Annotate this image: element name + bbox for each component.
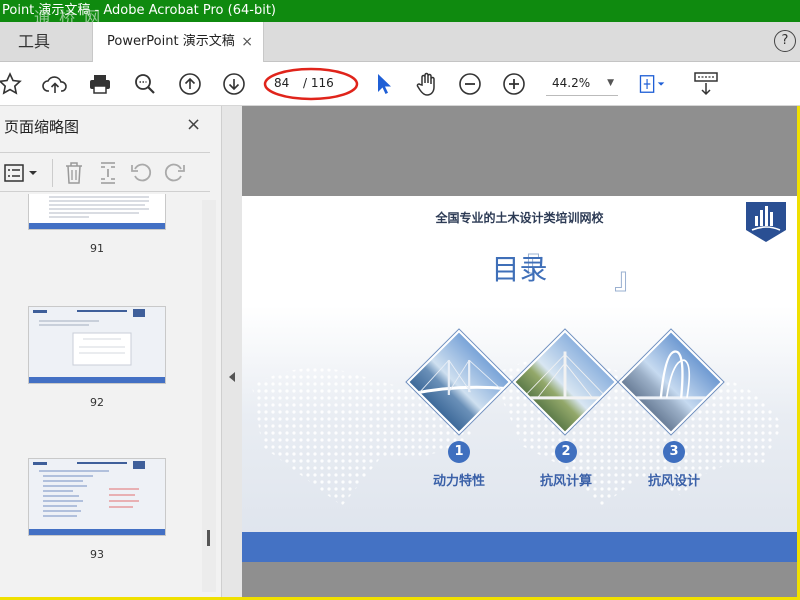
bookmark-star-icon[interactable] [0, 70, 24, 98]
hand-tool-icon[interactable] [413, 70, 441, 98]
previous-page-icon[interactable] [176, 70, 204, 98]
highlight-ellipse [263, 67, 359, 101]
scrollbar-thumb[interactable] [207, 530, 210, 546]
tab-tools[interactable]: 工具 [0, 22, 72, 62]
fit-page-icon[interactable] [638, 70, 666, 98]
chevron-down-icon: ▼ [607, 78, 614, 88]
thumbnail-toolbar [0, 152, 210, 192]
school-name: 全国专业的土木设计类培训网校 [435, 211, 604, 225]
thumbnail-page-number: 91 [90, 242, 104, 255]
topic-image-bridge [406, 329, 512, 435]
thumbnail-bar [29, 377, 165, 383]
topic-image-bridge [512, 329, 618, 435]
slide-page: 全国专业的土木设计类培训网校 『 目录 』 1 2 3 动力特性 抗风计算 抗风… [242, 196, 797, 562]
page-thumbnail[interactable] [28, 306, 166, 384]
zoom-value: 44.2% [552, 76, 591, 90]
collapse-panel-icon[interactable] [229, 372, 235, 382]
window-titlebar: Point 演示文稿 - Adobe Acrobat Pro (64-bit) [0, 0, 800, 22]
viewer-background-top [242, 106, 797, 196]
school-logo-icon [746, 202, 786, 242]
slide-heading: 目录 [491, 253, 548, 286]
page-thumbnail[interactable] [28, 458, 166, 536]
viewer-background-bottom [242, 562, 797, 597]
item-number-badge: 2 [555, 441, 577, 463]
delete-page-icon[interactable] [64, 161, 84, 189]
bridge-photo [512, 329, 618, 435]
main-toolbar: 84 / 116 44.2% ▼ [0, 62, 800, 106]
thumbnail-page-number: 93 [90, 548, 104, 561]
page-number-box: 84 / 116 [263, 67, 359, 101]
panel-title: 页面缩略图 [4, 118, 80, 136]
item-label: 抗风设计 [647, 474, 700, 489]
tab-bar: 工具 PowerPoint 演示文稿 × ? [0, 22, 800, 63]
tab-document-label: PowerPoint 演示文稿 [107, 34, 235, 49]
bridge-photo [618, 329, 724, 435]
item-number-badge: 1 [448, 441, 470, 463]
select-cursor-icon[interactable] [369, 70, 397, 98]
thumbnail-page-number: 92 [90, 396, 104, 409]
keyboard-scroll-icon[interactable] [692, 70, 720, 98]
tab-document[interactable]: PowerPoint 演示文稿 × [92, 22, 264, 63]
next-page-icon[interactable] [220, 70, 248, 98]
thumbnail-scrollbar[interactable] [202, 200, 216, 592]
heading-right-bracket: 』 [614, 262, 644, 297]
zoom-in-icon[interactable] [500, 70, 528, 98]
bridge-photo [406, 329, 512, 435]
zoom-select[interactable]: 44.2% ▼ [546, 72, 618, 96]
zoom-search-icon[interactable] [131, 70, 159, 98]
close-tab-icon[interactable]: × [241, 22, 253, 62]
thumbnail-bar [29, 223, 165, 229]
item-label: 抗风计算 [539, 474, 592, 489]
page-thumbnail[interactable] [28, 194, 166, 230]
zoom-out-icon[interactable] [456, 70, 484, 98]
item-label: 动力特性 [432, 474, 485, 489]
help-icon[interactable]: ? [774, 30, 796, 52]
rotate-left-icon[interactable] [130, 161, 152, 187]
thumbnail-bar [29, 529, 165, 535]
rotate-right-icon[interactable] [164, 161, 186, 187]
print-icon[interactable] [86, 70, 114, 98]
item-number-badge: 3 [663, 441, 685, 463]
options-menu-icon[interactable] [4, 163, 40, 187]
toolbar-divider [52, 159, 53, 187]
thumbnails-panel: 页面缩略图 × 91 92 93 [0, 106, 222, 597]
close-panel-icon[interactable]: × [186, 114, 201, 135]
topic-image-bridge [618, 329, 724, 435]
upload-cloud-icon[interactable] [41, 70, 69, 98]
thumbnail-list: 91 92 93 [0, 194, 200, 597]
extract-page-icon[interactable] [98, 161, 118, 189]
slide-footer-band [242, 532, 797, 562]
